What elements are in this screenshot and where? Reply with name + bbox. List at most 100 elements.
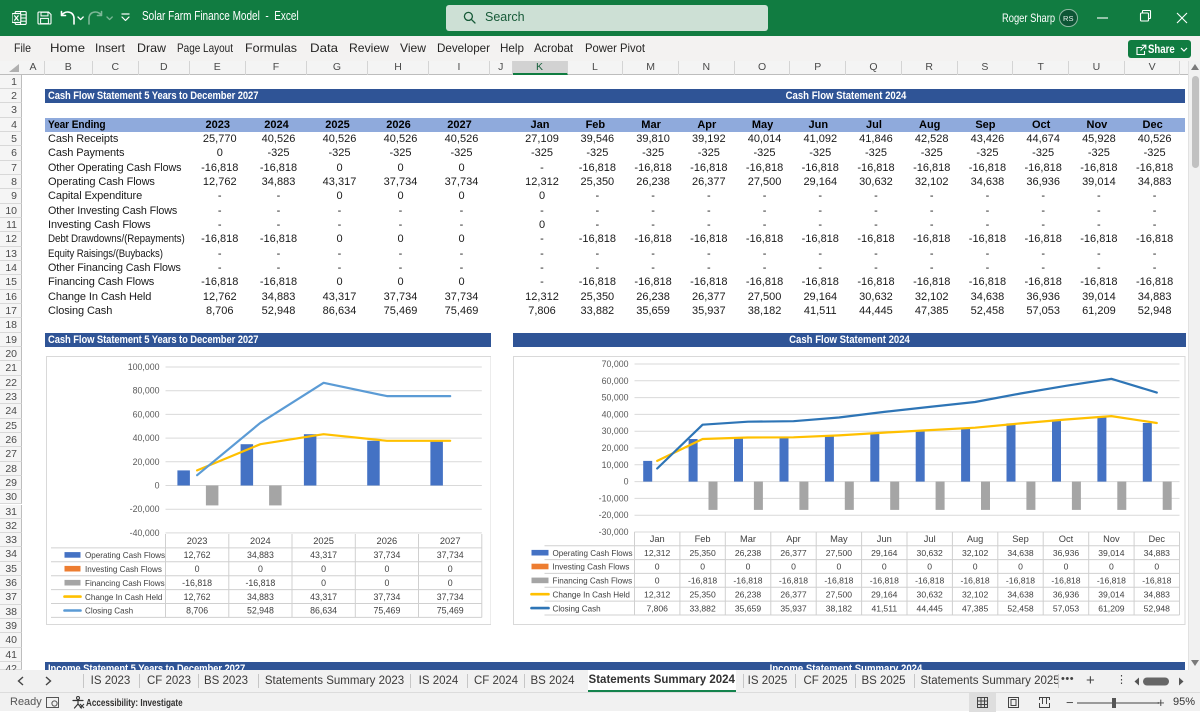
svg-text:34,883: 34,883 (246, 550, 273, 560)
svg-text:-16,818: -16,818 (688, 576, 717, 586)
svg-text:Oct: Oct (1059, 534, 1074, 544)
svg-text:Operating Cash Flows: Operating Cash Flows (85, 551, 165, 560)
svg-text:33,882: 33,882 (689, 603, 716, 613)
svg-text:Change In Cash Held: Change In Cash Held (553, 590, 630, 599)
svg-text:100,000: 100,000 (127, 362, 159, 372)
svg-text:29,164: 29,164 (871, 589, 898, 599)
svg-text:30,000: 30,000 (602, 426, 629, 436)
svg-text:Financing Cash Flows: Financing Cash Flows (85, 579, 165, 588)
svg-text:Sep: Sep (1012, 534, 1029, 544)
svg-text:44,445: 44,445 (917, 603, 944, 613)
svg-text:0: 0 (655, 576, 660, 586)
svg-text:40,000: 40,000 (132, 433, 159, 443)
svg-text:80,000: 80,000 (132, 386, 159, 396)
svg-text:Closing Cash: Closing Cash (553, 604, 601, 613)
svg-text:Nov: Nov (1103, 534, 1120, 544)
svg-text:52,458: 52,458 (1007, 603, 1034, 613)
svg-text:Change In Cash Held: Change In Cash Held (85, 593, 162, 602)
svg-text:47,385: 47,385 (962, 603, 989, 613)
svg-text:27,500: 27,500 (826, 548, 853, 558)
svg-text:37,734: 37,734 (373, 550, 400, 560)
svg-text:-16,818: -16,818 (915, 576, 944, 586)
svg-text:50,000: 50,000 (602, 393, 629, 403)
svg-text:0: 0 (447, 564, 452, 574)
svg-text:35,659: 35,659 (735, 603, 762, 613)
svg-text:2026: 2026 (376, 536, 397, 546)
svg-text:Aug: Aug (967, 534, 984, 544)
svg-text:-40,000: -40,000 (129, 528, 159, 538)
svg-text:52,948: 52,948 (1144, 603, 1171, 613)
svg-text:0: 0 (321, 564, 326, 574)
svg-text:25,350: 25,350 (689, 589, 716, 599)
svg-text:26,238: 26,238 (735, 548, 762, 558)
svg-text:-16,818: -16,818 (1097, 576, 1126, 586)
svg-text:26,238: 26,238 (735, 589, 762, 599)
svg-text:37,734: 37,734 (436, 550, 463, 560)
svg-text:12,312: 12,312 (644, 589, 671, 599)
svg-text:0: 0 (1109, 562, 1114, 572)
svg-text:Jul: Jul (924, 534, 936, 544)
svg-text:0: 0 (447, 578, 452, 588)
svg-text:37,734: 37,734 (436, 592, 463, 602)
svg-text:0: 0 (791, 562, 796, 572)
svg-text:0: 0 (882, 562, 887, 572)
svg-text:Jun: Jun (877, 534, 892, 544)
svg-text:-16,818: -16,818 (824, 576, 853, 586)
svg-text:-16,818: -16,818 (870, 576, 899, 586)
svg-text:Closing Cash: Closing Cash (85, 607, 133, 616)
svg-text:-16,818: -16,818 (733, 576, 762, 586)
svg-text:-16,818: -16,818 (779, 576, 808, 586)
svg-text:2027: 2027 (439, 536, 460, 546)
svg-text:52,948: 52,948 (246, 606, 273, 616)
svg-text:-16,818: -16,818 (1142, 576, 1171, 586)
svg-text:60,000: 60,000 (602, 376, 629, 386)
svg-text:2025: 2025 (313, 536, 334, 546)
svg-text:39,014: 39,014 (1098, 548, 1125, 558)
svg-text:36,936: 36,936 (1053, 589, 1080, 599)
svg-text:40,000: 40,000 (602, 409, 629, 419)
svg-text:May: May (830, 534, 848, 544)
svg-text:Investing Cash Flows: Investing Cash Flows (85, 565, 162, 574)
svg-text:0: 0 (746, 562, 751, 572)
svg-text:61,209: 61,209 (1098, 603, 1125, 613)
svg-text:60,000: 60,000 (132, 409, 159, 419)
svg-text:-16,818: -16,818 (961, 576, 990, 586)
svg-text:0: 0 (194, 564, 199, 574)
svg-text:70,000: 70,000 (602, 359, 629, 369)
svg-text:-20,000: -20,000 (129, 504, 159, 514)
svg-text:8,706: 8,706 (186, 606, 208, 616)
svg-text:37,734: 37,734 (373, 592, 400, 602)
svg-text:57,053: 57,053 (1053, 603, 1080, 613)
svg-text:75,469: 75,469 (373, 606, 400, 616)
svg-text:12,762: 12,762 (183, 550, 210, 560)
svg-text:0: 0 (1154, 562, 1159, 572)
svg-text:-16,818: -16,818 (1051, 576, 1080, 586)
svg-text:2024: 2024 (250, 536, 271, 546)
svg-text:26,377: 26,377 (780, 548, 807, 558)
svg-text:30,632: 30,632 (917, 589, 944, 599)
svg-text:32,102: 32,102 (962, 589, 989, 599)
svg-text:Jan: Jan (650, 534, 665, 544)
svg-text:38,182: 38,182 (826, 603, 853, 613)
svg-text:0: 0 (257, 564, 262, 574)
svg-text:34,883: 34,883 (1144, 548, 1171, 558)
svg-text:Dec: Dec (1149, 534, 1166, 544)
svg-text:2023: 2023 (186, 536, 207, 546)
svg-text:0: 0 (927, 562, 932, 572)
svg-text:35,937: 35,937 (780, 603, 807, 613)
svg-text:Operating Cash Flows: Operating Cash Flows (553, 549, 633, 558)
svg-text:20,000: 20,000 (132, 457, 159, 467)
svg-text:12,312: 12,312 (644, 548, 671, 558)
svg-text:0: 0 (655, 562, 660, 572)
svg-text:-20,000: -20,000 (599, 510, 629, 520)
svg-text:0: 0 (154, 481, 159, 491)
svg-text:34,883: 34,883 (246, 592, 273, 602)
svg-text:29,164: 29,164 (871, 548, 898, 558)
svg-text:0: 0 (973, 562, 978, 572)
svg-text:10,000: 10,000 (602, 460, 629, 470)
svg-text:-16,818: -16,818 (1006, 576, 1035, 586)
svg-text:Financing Cash Flows: Financing Cash Flows (553, 577, 633, 586)
svg-text:34,638: 34,638 (1007, 589, 1034, 599)
svg-text:Feb: Feb (695, 534, 711, 544)
svg-text:0: 0 (1064, 562, 1069, 572)
